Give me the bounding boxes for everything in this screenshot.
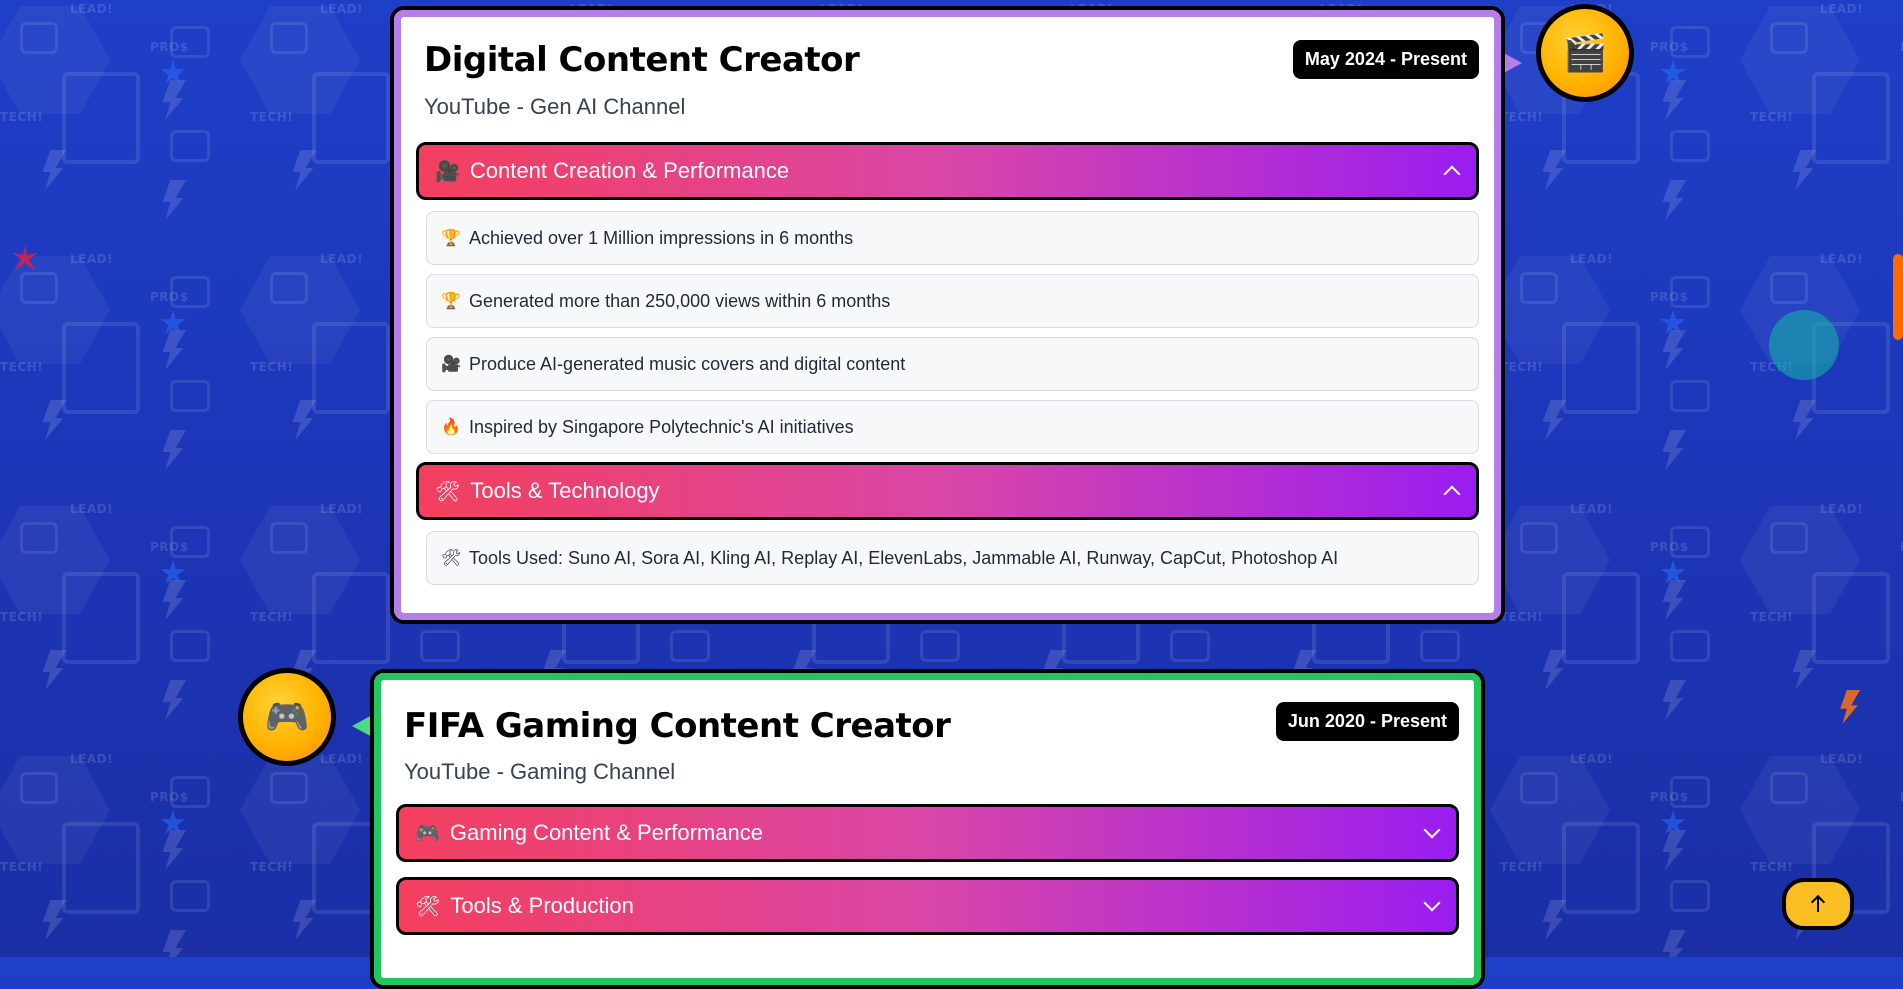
- chevron-down-icon: [1423, 894, 1441, 912]
- date-badge: May 2024 - Present: [1292, 40, 1479, 79]
- section-label: Gaming Content & Performance: [449, 820, 763, 845]
- section-label: Tools & Technology: [470, 478, 660, 503]
- experience-card-fifa-gaming-creator: FIFA Gaming Content Creator YouTube - Ga…: [370, 669, 1485, 989]
- pattern-tile: LEAD!PRO$TECH!: [0, 210, 240, 470]
- list-item: 🎥 Produce AI-generated music covers and …: [426, 337, 1479, 391]
- section-toggle-content-creation[interactable]: 🎥 Content Creation & Performance: [416, 142, 1479, 200]
- section-toggle-gaming-content[interactable]: 🎮 Gaming Content & Performance: [396, 804, 1459, 862]
- pattern-tile: LEAD!PRO$TECH!: [1490, 710, 1740, 957]
- section-label: Content Creation & Performance: [469, 158, 790, 183]
- teal-circle-decoration: [1769, 310, 1839, 380]
- game-controller-icon: 🎮: [415, 822, 440, 845]
- pattern-tile: LEAD!PRO$TECH!: [1740, 0, 1903, 210]
- card-title: Digital Content Creator: [424, 40, 860, 80]
- tools-icon: 🛠: [415, 895, 441, 918]
- list-item-text: Produce AI-generated music covers and di…: [469, 353, 906, 374]
- list-item: 🏆 Achieved over 1 Million impressions in…: [426, 211, 1479, 265]
- movie-camera-icon: 🎥: [435, 160, 460, 183]
- pattern-tile: LEAD!PRO$TECH!: [1740, 460, 1903, 710]
- list-item: 🏆 Generated more than 250,000 views with…: [426, 274, 1479, 328]
- chevron-down-icon: [1423, 821, 1441, 839]
- spark-decoration: [12, 245, 38, 271]
- list-item-text: Inspired by Singapore Polytechnic's AI i…: [469, 416, 854, 437]
- fire-icon: 🔥: [441, 419, 461, 436]
- pattern-tile: LEAD!PRO$TECH!: [0, 0, 240, 220]
- movie-camera-icon: 🎥: [441, 356, 461, 373]
- trophy-icon: 🏆: [441, 230, 461, 247]
- pattern-tile: LEAD!PRO$TECH!: [0, 460, 240, 720]
- clapperboard-icon: 🎬: [1536, 4, 1634, 102]
- scrollbar[interactable]: [1893, 254, 1903, 340]
- pattern-tile: LEAD!PRO$TECH!: [1490, 210, 1740, 470]
- chevron-up-icon: [1443, 165, 1461, 183]
- trophy-icon: 🏆: [441, 293, 461, 310]
- list-item: 🔥 Inspired by Singapore Polytechnic's AI…: [426, 400, 1479, 454]
- tools-icon: 🛠: [435, 480, 461, 503]
- experience-card-digital-content-creator: Digital Content Creator YouTube - Gen AI…: [390, 6, 1505, 624]
- card-subtitle: YouTube - Gaming Channel: [404, 759, 676, 784]
- pattern-tile: LEAD!PRO$TECH!: [0, 710, 240, 957]
- list-item: 🛠 Tools Used: Suno AI, Sora AI, Kling AI…: [426, 531, 1479, 585]
- section-label: Tools & Production: [450, 893, 634, 918]
- list-item-text: Achieved over 1 Million impressions in 6…: [469, 227, 854, 248]
- game-controller-icon: 🎮: [238, 668, 336, 766]
- chevron-up-icon: [1443, 485, 1461, 503]
- list-item-text: Tools Used: Suno AI, Sora AI, Kling AI, …: [469, 547, 1339, 568]
- card-subtitle: YouTube - Gen AI Channel: [424, 94, 686, 119]
- section-toggle-tools-technology[interactable]: 🛠 Tools & Technology: [416, 462, 1479, 520]
- section-toggle-tools-production[interactable]: 🛠 Tools & Production: [396, 877, 1459, 935]
- tools-icon: 🛠: [441, 550, 462, 567]
- bolt-decoration: [1840, 690, 1860, 724]
- list-item-text: Generated more than 250,000 views within…: [469, 290, 891, 311]
- pattern-tile: LEAD!PRO$TECH!: [1490, 460, 1740, 720]
- card-title: FIFA Gaming Content Creator: [404, 706, 951, 746]
- arrow-up-icon: [1811, 895, 1825, 913]
- scroll-to-top-button[interactable]: [1782, 878, 1854, 930]
- date-badge: Jun 2020 - Present: [1275, 702, 1459, 741]
